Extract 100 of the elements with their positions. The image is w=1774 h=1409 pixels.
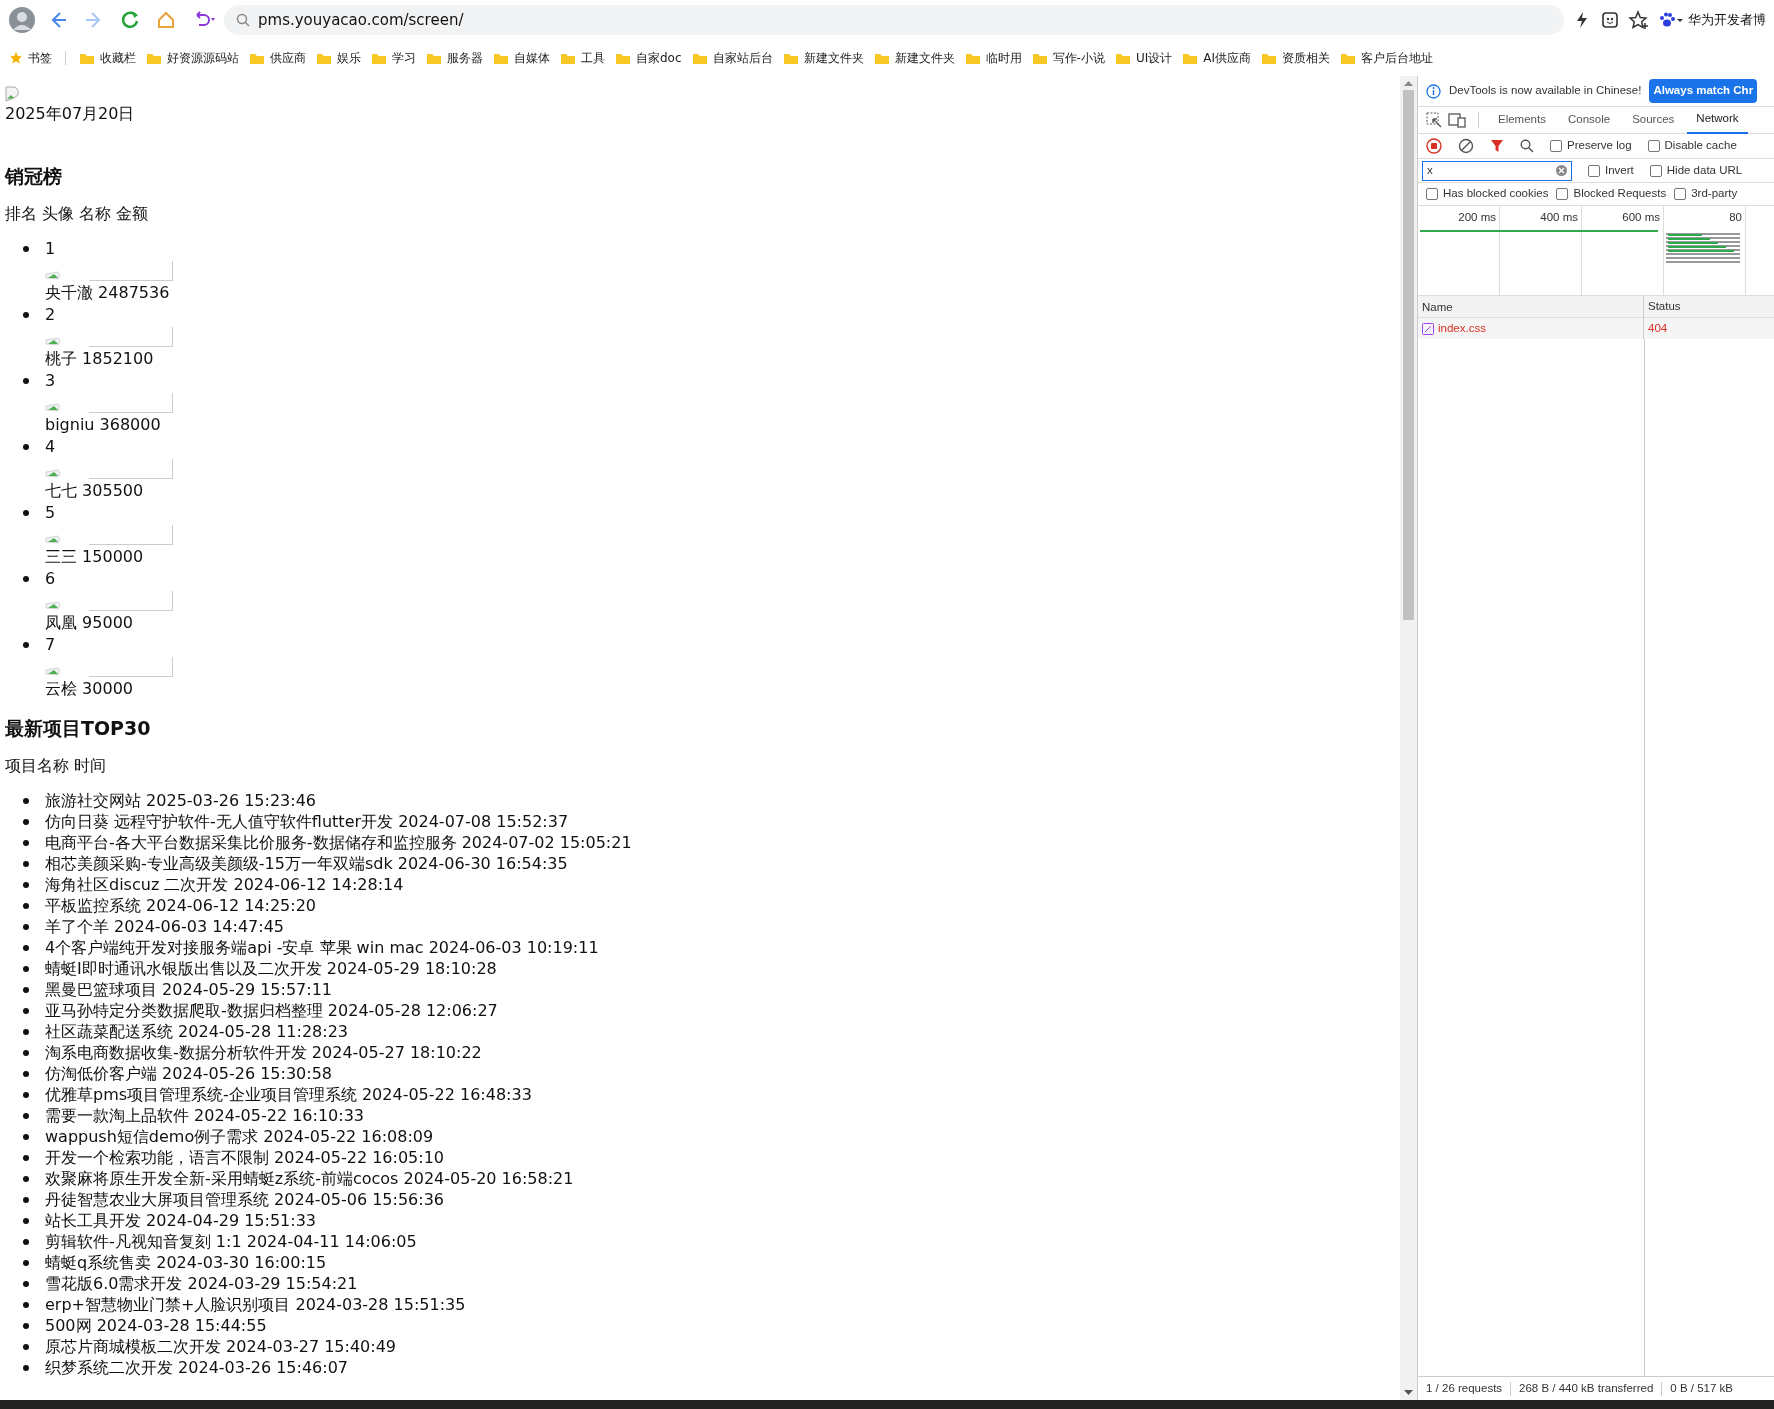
broken-image-icon — [5, 85, 21, 102]
match-language-button[interactable]: Always match Chr — [1649, 79, 1758, 103]
bookmark[interactable]: 临时用 — [959, 49, 1027, 67]
list-bullet — [23, 1155, 29, 1161]
bookmark[interactable]: UI设计 — [1109, 49, 1178, 67]
broken-image-icon — [45, 269, 61, 281]
clear-icon[interactable] — [1458, 138, 1474, 154]
project-entry: 欢聚麻将原生开发全新-采用蜻蜓z系统-前端cocos 2024-05-20 16:58:21 — [45, 1169, 574, 1188]
broken-image-icon — [45, 467, 61, 479]
timeline-tick: 600 ms — [1622, 211, 1660, 223]
folder-icon — [316, 51, 332, 65]
checkbox[interactable]: Disable cache — [1647, 137, 1737, 155]
bookmark[interactable]: 新建文件夹 — [868, 49, 960, 67]
bookmark[interactable]: AI供应商 — [1177, 49, 1256, 67]
project-entry: 500网 2024-03-28 15:44:55 — [45, 1316, 267, 1335]
bookmark[interactable]: 自家doc — [610, 49, 687, 67]
rank-number: 3 — [45, 370, 57, 391]
bookmark[interactable]: 学习 — [366, 49, 421, 67]
checkbox[interactable]: Has blocked cookies — [1426, 185, 1549, 203]
css-file-icon — [1422, 322, 1434, 335]
rank-number: 6 — [45, 568, 57, 589]
search-icon[interactable] — [1520, 139, 1534, 153]
date-text: 2025年07月20日 — [5, 103, 136, 124]
list-bullet — [23, 945, 29, 951]
column-heading: Name — [1418, 295, 1644, 318]
timeline-tick: 200 ms — [1458, 211, 1496, 223]
star-icon — [9, 51, 23, 65]
folder-icon — [1182, 51, 1199, 65]
rank-number: 2 — [45, 304, 57, 325]
bookmark[interactable]: 客户后台地址 — [1335, 49, 1438, 67]
rank-entry: 桃子 1852100 — [45, 348, 155, 370]
bookmark[interactable]: 工具 — [555, 49, 610, 67]
checkbox[interactable]: Preserve log — [1550, 137, 1632, 155]
device-icon[interactable] — [1448, 112, 1468, 128]
list-bullet — [23, 444, 29, 450]
devtools-tab[interactable]: Sources — [1623, 107, 1684, 133]
paw-icon[interactable] — [1658, 11, 1684, 29]
profile-avatar[interactable] — [8, 6, 36, 34]
project-entry: 蜻蜓I即时通讯水银版出售以及二次开发 2024-05-29 18:10:28 — [45, 959, 497, 978]
bookmark[interactable]: 娱乐 — [311, 49, 366, 67]
rank-entry: 七七 305500 — [45, 480, 145, 502]
checkbox[interactable]: Hide data URL — [1649, 161, 1743, 180]
devtools-tab[interactable]: Network — [1687, 106, 1748, 134]
list-bullet — [23, 924, 29, 930]
request-name[interactable]: index.css — [1438, 319, 1486, 338]
devtools-tab[interactable]: Console — [1558, 107, 1620, 133]
list-bullet — [23, 1050, 29, 1056]
broken-image-icon — [45, 533, 61, 545]
list-bullet — [23, 1260, 29, 1266]
bookmark[interactable]: 资质相关 — [1256, 49, 1335, 67]
project-entry: 丹徒智慧农业大屏项目管理系统 2024-05-06 15:56:36 — [45, 1190, 444, 1209]
section-title: 最新项目TOP30 — [5, 718, 152, 739]
list-bullet — [23, 798, 29, 804]
bookmark[interactable]: 新建文件夹 — [777, 49, 869, 67]
scroll-down-icon[interactable] — [1404, 1390, 1413, 1396]
bookmark[interactable]: 书签 — [4, 49, 57, 67]
folder-icon — [691, 51, 708, 65]
bookmark[interactable]: 写作-小说 — [1026, 49, 1110, 67]
rank-entry: 央千澈 2487536 — [45, 282, 171, 304]
bookmark[interactable]: 自媒体 — [488, 49, 555, 67]
rank-entry: bigniu 368000 — [45, 414, 162, 436]
bookmark[interactable]: 收藏栏 — [74, 49, 141, 67]
status-text: 1 / 26 requests — [1426, 1380, 1503, 1396]
profile-label[interactable]: 华为开发者博 — [1688, 10, 1766, 30]
checkbox[interactable]: 3rd-party — [1674, 185, 1738, 203]
project-entry: 仿淘低价客户端 2024-05-26 15:30:58 — [45, 1064, 332, 1083]
inspect-icon[interactable] — [1426, 112, 1444, 128]
filter-field[interactable]: x — [1422, 160, 1572, 181]
rank-entry: 三三 150000 — [45, 546, 145, 568]
project-entry: 平板监控系统 2024-06-12 14:25:20 — [45, 896, 316, 915]
project-entry: 黑曼巴篮球项目 2024-05-29 15:57:11 — [45, 980, 332, 999]
list-bullet — [23, 1302, 29, 1308]
scrollbar-thumb[interactable] — [1403, 90, 1414, 620]
scroll-up-icon[interactable] — [1404, 80, 1413, 86]
bookmark[interactable]: 自家站后台 — [686, 49, 778, 67]
smiley-icon[interactable] — [1600, 10, 1620, 30]
url-text: pms.youyacao.com/screen/ — [258, 9, 464, 31]
star-plus-icon[interactable] — [1628, 10, 1650, 30]
filter-icon[interactable] — [1490, 139, 1504, 153]
project-entry: 仿向日葵 远程守护软件-无人值守软件flutter开发 2024-07-08 15:52:37 — [45, 812, 569, 831]
checkbox[interactable]: Invert — [1588, 161, 1634, 180]
devtools-tab[interactable]: Elements — [1489, 107, 1555, 133]
list-bullet — [23, 642, 29, 648]
list-bullet — [23, 378, 29, 384]
checkbox[interactable]: Blocked Requests — [1556, 185, 1667, 203]
project-entry: 开发一个检索功能，语言不限制 2024-05-22 16:05:10 — [45, 1148, 444, 1167]
project-entry: erp+智慧物业门禁+人脸识别项目 2024-03-28 15:51:35 — [45, 1295, 466, 1314]
list-bullet — [23, 1176, 29, 1182]
bookmark[interactable]: 好资源源码站 — [141, 49, 244, 67]
record-icon[interactable] — [1426, 138, 1442, 154]
clear-filter-icon[interactable] — [1556, 165, 1567, 176]
list-bullet — [23, 312, 29, 318]
bookmark[interactable]: 服务器 — [421, 49, 488, 67]
rank-entry: 凤凰 95000 — [45, 612, 134, 634]
bookmark[interactable]: 供应商 — [244, 49, 311, 67]
search-icon — [236, 13, 250, 27]
project-entry: 优雅草pms项目管理系统-企业项目管理系统 2024-05-22 16:48:33 — [45, 1085, 532, 1104]
folder-icon — [79, 51, 95, 65]
address-bar[interactable]: pms.youyacao.com/screen/ — [224, 5, 1564, 35]
project-entry: 需要一款淘上品软件 2024-05-22 16:10:33 — [45, 1106, 364, 1125]
